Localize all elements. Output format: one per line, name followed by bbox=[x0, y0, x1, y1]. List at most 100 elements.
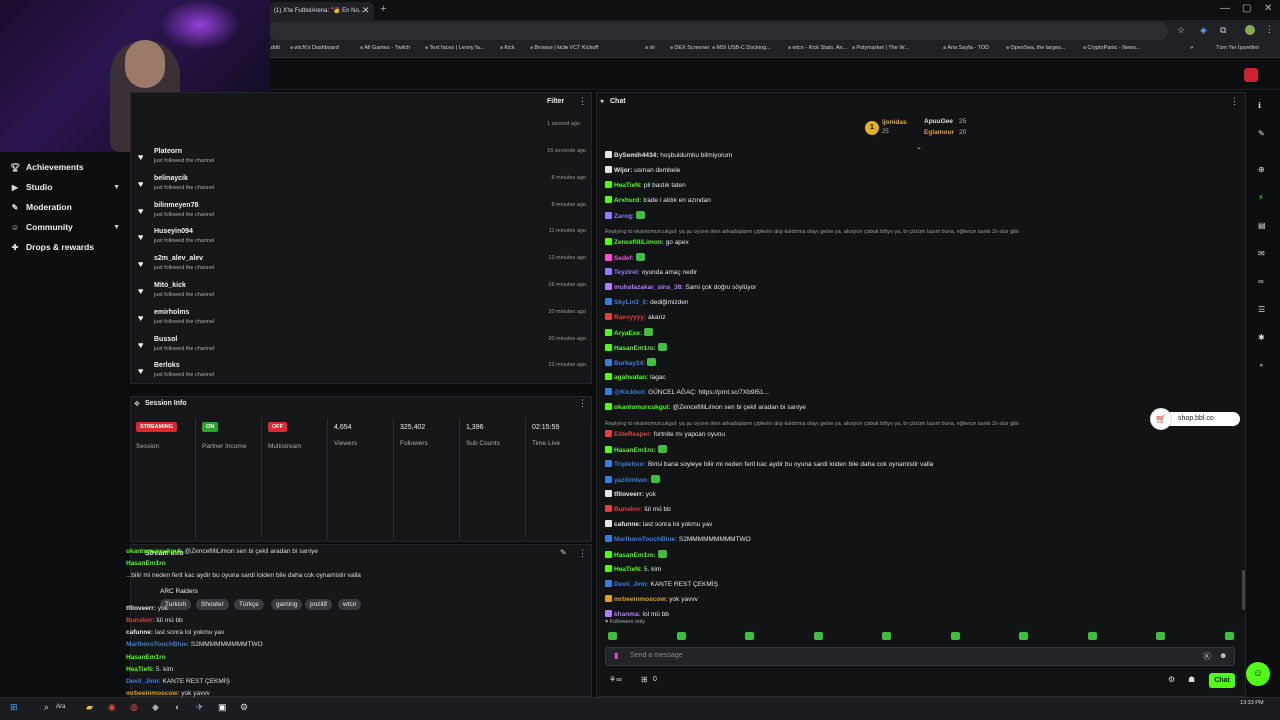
top-chatter-name[interactable]: ijonidas bbox=[882, 119, 907, 126]
bookmark[interactable]: wtcn - Kick Stats, An... bbox=[788, 45, 847, 51]
chat-username[interactable]: EliteReaper: bbox=[614, 431, 652, 438]
emote-icon[interactable] bbox=[676, 632, 686, 640]
more-icon[interactable]: ⋮ bbox=[578, 96, 587, 107]
chat-username[interactable]: MarlboroTouchBlue: bbox=[614, 536, 677, 543]
chat-username[interactable]: yazilimtwo: bbox=[614, 477, 649, 484]
chat-username[interactable]: HeaTieN: bbox=[614, 566, 642, 573]
chat-username[interactable]: HasanEm1ro: bbox=[614, 552, 656, 559]
profile-avatar[interactable] bbox=[1245, 25, 1255, 35]
target-icon[interactable]: ⊕ bbox=[1258, 165, 1265, 174]
sidebar-item-drops[interactable]: ✚ Drops & rewards bbox=[10, 242, 120, 252]
share-icon[interactable]: ⚬ bbox=[1258, 361, 1265, 370]
app-icon[interactable]: ⚙ bbox=[240, 702, 248, 713]
new-tab-icon[interactable]: + bbox=[380, 3, 386, 15]
drag-handle-icon[interactable]: ✥ bbox=[134, 400, 140, 408]
bookmark[interactable]: CryptoPanic - News... bbox=[1083, 45, 1140, 51]
start-icon[interactable]: ⊞ bbox=[10, 702, 18, 713]
emote-icon[interactable] bbox=[882, 632, 891, 640]
follower-name[interactable]: Mito_kick bbox=[154, 282, 186, 289]
top-chatter-name[interactable]: Eglamour bbox=[924, 129, 954, 136]
sidebar-item-community[interactable]: ☺ Community ▼ bbox=[10, 222, 120, 232]
bolt-icon[interactable]: ⚡︎ bbox=[1258, 193, 1264, 202]
chat-username[interactable]: agahvatan: bbox=[614, 374, 648, 381]
close-tab-icon[interactable]: ✕ bbox=[362, 2, 370, 18]
chat-username[interactable]: mrbeeinmoscow: bbox=[614, 596, 667, 603]
search-icon[interactable]: ⌕ bbox=[44, 702, 49, 713]
app-icon[interactable]: ◍ bbox=[130, 702, 138, 713]
extension-icon[interactable]: ◈ bbox=[1200, 25, 1207, 36]
follower-name[interactable]: Plateorn bbox=[154, 148, 182, 155]
bookmark[interactable]: MSI USB-C Docking... bbox=[712, 45, 770, 51]
emote-icon[interactable] bbox=[608, 632, 617, 640]
chat-username[interactable]: Raevyyyy: bbox=[614, 314, 646, 321]
chat-username[interactable]: Triplefour: bbox=[614, 461, 646, 468]
follower-name[interactable]: belinaycik bbox=[154, 175, 188, 182]
stream-tag[interactable]: pozitif bbox=[305, 599, 332, 610]
stream-tag[interactable]: wtcn bbox=[338, 599, 362, 610]
bookmark[interactable]: Polymarket | The W... bbox=[852, 45, 908, 51]
chat-username[interactable]: BySemih4434: bbox=[614, 152, 658, 159]
send-chat-button[interactable]: Chat bbox=[1209, 673, 1235, 688]
document-icon[interactable]: ▤ bbox=[1258, 221, 1266, 230]
chat-username[interactable]: HeaTieN: bbox=[614, 182, 642, 189]
chat-username[interactable]: tfiloveerr: bbox=[614, 491, 644, 498]
emote-icon[interactable] bbox=[1156, 632, 1165, 640]
database-icon[interactable]: ☰ bbox=[1258, 305, 1265, 314]
chat-reply-context[interactable]: Replying to okantomurcukgul: ya şu oyune… bbox=[605, 229, 1019, 235]
edit-icon[interactable]: ✎ bbox=[1258, 129, 1265, 138]
bookmark[interactable]: Kick bbox=[500, 45, 514, 51]
users-icon[interactable]: ☗ bbox=[1188, 675, 1195, 684]
chat-dock-icon[interactable]: ✉ bbox=[1258, 249, 1265, 258]
follower-name[interactable]: Berloks bbox=[154, 362, 180, 369]
browser-tab-active[interactable]: (1) X'te FutbolArena: "🧑 En No... bbox=[268, 2, 374, 20]
maximize-icon[interactable]: ▢ bbox=[1242, 3, 1251, 14]
sidebar-item-moderation[interactable]: ✎ Moderation bbox=[10, 202, 120, 212]
chat-username[interactable]: okantomurcukgul: bbox=[614, 404, 671, 411]
chat-username[interactable]: muhafazakar_sins_38: bbox=[614, 284, 683, 291]
more-icon[interactable]: ⋮ bbox=[1230, 96, 1239, 107]
bookmark[interactable]: All Games - Twitch bbox=[360, 45, 410, 51]
chat-username[interactable]: Burkay24: bbox=[614, 360, 645, 367]
wrench-icon[interactable]: ✱ bbox=[1258, 333, 1265, 342]
emote-icon[interactable] bbox=[1019, 632, 1028, 640]
settings-icon[interactable]: ⚙ bbox=[1168, 675, 1175, 684]
bookmark[interactable]: vlr bbox=[645, 45, 655, 51]
chat-username[interactable]: @Kickbot: bbox=[614, 389, 646, 396]
puzzle-icon[interactable]: ⧉ bbox=[1220, 25, 1226, 36]
emote-icon[interactable] bbox=[1224, 632, 1234, 640]
emote-icon[interactable] bbox=[745, 632, 754, 640]
follower-name[interactable]: Bussol bbox=[154, 336, 177, 343]
more-icon[interactable]: ⋮ bbox=[578, 548, 587, 559]
taskbar-search-label[interactable]: Ara bbox=[56, 704, 65, 710]
folder-icon[interactable]: ▰ bbox=[86, 702, 93, 713]
chat-username[interactable]: Devil_Jinn: bbox=[614, 581, 649, 588]
close-window-icon[interactable]: ✕ bbox=[1264, 3, 1272, 14]
gift-icon[interactable]: ⊞ bbox=[641, 675, 648, 684]
bookmark[interactable]: VCT Kickoff bbox=[565, 45, 598, 51]
chat-scrollbar[interactable] bbox=[1242, 570, 1245, 610]
emote-picker-icon[interactable]: ▮ bbox=[614, 651, 618, 660]
follower-name[interactable]: s2m_alev_alev bbox=[154, 255, 203, 262]
all-bookmarks[interactable]: Tüm Yer İşaretleri bbox=[1216, 45, 1259, 51]
stream-tag[interactable]: gaming bbox=[271, 599, 303, 610]
menu-icon[interactable]: ⋮ bbox=[1265, 24, 1274, 35]
chat-username[interactable]: Teyzirel: bbox=[614, 269, 640, 276]
chat-username[interactable]: khanma: bbox=[614, 611, 641, 618]
user-avatar[interactable] bbox=[1244, 68, 1258, 82]
kick-fab-button[interactable]: ☺ bbox=[1246, 662, 1270, 686]
star-icon[interactable]: ☆ bbox=[1177, 25, 1185, 36]
chrome-icon[interactable]: ◉ bbox=[108, 702, 116, 713]
chat-username[interactable]: AryaExe: bbox=[614, 330, 642, 337]
chat-username[interactable]: HasanEm1ro: bbox=[614, 345, 656, 352]
emote-icon[interactable] bbox=[1087, 632, 1097, 640]
bookmark[interactable]: DEX Screener bbox=[670, 45, 709, 51]
follower-name[interactable]: Huseyin094 bbox=[154, 228, 193, 235]
bookmark[interactable]: Text faces | Lenny fa... bbox=[425, 45, 484, 51]
more-icon[interactable]: ⋮ bbox=[578, 398, 587, 409]
emoji-icon[interactable]: ☻ bbox=[1219, 651, 1227, 660]
chat-username[interactable]: Wijor: bbox=[614, 167, 632, 174]
bookmark[interactable]: Ana Sayfa - TOD bbox=[943, 45, 989, 51]
chat-username[interactable]: Bunskor: bbox=[614, 506, 643, 513]
link-icon[interactable]: ∞ bbox=[1258, 277, 1264, 286]
bookmark[interactable]: Browse | kick bbox=[530, 45, 566, 51]
